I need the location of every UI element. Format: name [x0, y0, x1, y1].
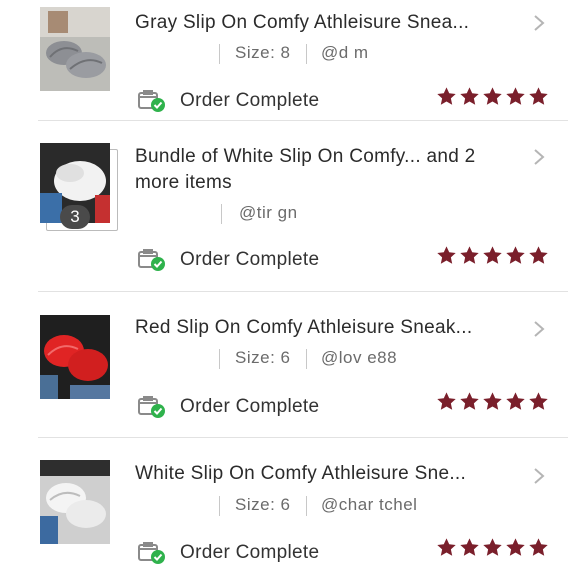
meta-divider: [219, 496, 220, 516]
product-title[interactable]: Gray Slip On Comfy Athleisure Snea...: [135, 10, 530, 36]
star-icon: [460, 246, 479, 264]
rating-stars: [436, 245, 551, 267]
order-row[interactable]: 3 Bundle of White Slip On Comfy... and 2…: [0, 121, 580, 291]
white-sneaker-image: [40, 460, 110, 544]
order-row[interactable]: Red Slip On Comfy Athleisure Sneak... Si…: [0, 292, 580, 437]
package-check-icon: [138, 542, 165, 564]
star-icon: [483, 246, 502, 264]
star-icon: [437, 87, 456, 105]
size-label: Size: 6: [235, 495, 291, 514]
meta-divider: [306, 349, 307, 369]
seller-handle[interactable]: @char tchel: [321, 495, 417, 515]
order-status: Order Complete: [138, 88, 398, 114]
order-row[interactable]: Gray Slip On Comfy Athleisure Snea... Si…: [0, 0, 580, 120]
star-icon: [460, 538, 479, 556]
star-icon: [529, 392, 548, 410]
package-check-icon: [138, 396, 165, 418]
status-label: Order Complete: [180, 249, 320, 270]
order-status: Order Complete: [138, 247, 398, 273]
order-meta: Size: 6 @char tchel: [135, 493, 515, 519]
star-icon: [437, 538, 456, 556]
star-icon: [529, 538, 548, 556]
product-title[interactable]: Bundle of White Slip On Comfy... and 2 m…: [135, 144, 510, 196]
package-check-icon: [138, 249, 165, 271]
star-icon: [506, 392, 525, 410]
meta-divider: [306, 44, 307, 64]
seller-handle[interactable]: @lov e88: [321, 348, 397, 368]
gray-sneaker-image: [40, 7, 110, 91]
product-thumbnail[interactable]: [40, 460, 110, 544]
seller-handle[interactable]: @tir gn: [239, 203, 298, 223]
rating-stars: [436, 391, 551, 413]
meta-divider: [221, 204, 222, 224]
package-check-icon: [138, 90, 165, 112]
order-meta: @tir gn: [135, 201, 515, 227]
chevron-right-icon[interactable]: [532, 14, 546, 32]
rating-stars: [436, 537, 551, 559]
size-label: Size: 8: [235, 43, 291, 62]
order-row[interactable]: White Slip On Comfy Athleisure Sne... Si…: [0, 438, 580, 580]
product-thumbnail[interactable]: [40, 7, 110, 91]
star-icon: [483, 538, 502, 556]
order-meta: Size: 6 @lov e88: [135, 346, 515, 372]
rating-stars: [436, 86, 551, 108]
chevron-right-icon[interactable]: [532, 320, 546, 338]
meta-divider: [306, 496, 307, 516]
order-status: Order Complete: [138, 540, 398, 566]
star-icon: [506, 246, 525, 264]
item-count-badge: 3: [60, 205, 90, 229]
star-icon: [529, 246, 548, 264]
seller-handle[interactable]: @d m: [321, 43, 369, 63]
order-meta: Size: 8 @d m: [135, 41, 515, 67]
status-label: Order Complete: [180, 396, 320, 417]
bundle-thumbnail[interactable]: 3: [40, 143, 118, 231]
star-icon: [506, 87, 525, 105]
star-icon: [506, 538, 525, 556]
star-icon: [483, 392, 502, 410]
star-icon: [460, 392, 479, 410]
order-list: Gray Slip On Comfy Athleisure Snea... Si…: [0, 0, 580, 580]
meta-divider: [219, 349, 220, 369]
chevron-right-icon[interactable]: [532, 467, 546, 485]
status-label: Order Complete: [180, 90, 320, 111]
star-icon: [437, 246, 456, 264]
size-label: Size: 6: [235, 348, 291, 367]
product-title[interactable]: Red Slip On Comfy Athleisure Sneak...: [135, 315, 530, 341]
red-sneaker-image: [40, 315, 110, 399]
star-icon: [483, 87, 502, 105]
star-icon: [529, 87, 548, 105]
product-title[interactable]: White Slip On Comfy Athleisure Sne...: [135, 461, 530, 487]
status-label: Order Complete: [180, 542, 320, 563]
star-icon: [460, 87, 479, 105]
order-status: Order Complete: [138, 394, 398, 420]
star-icon: [437, 392, 456, 410]
product-thumbnail[interactable]: [40, 315, 110, 399]
meta-divider: [219, 44, 220, 64]
chevron-right-icon[interactable]: [532, 148, 546, 166]
